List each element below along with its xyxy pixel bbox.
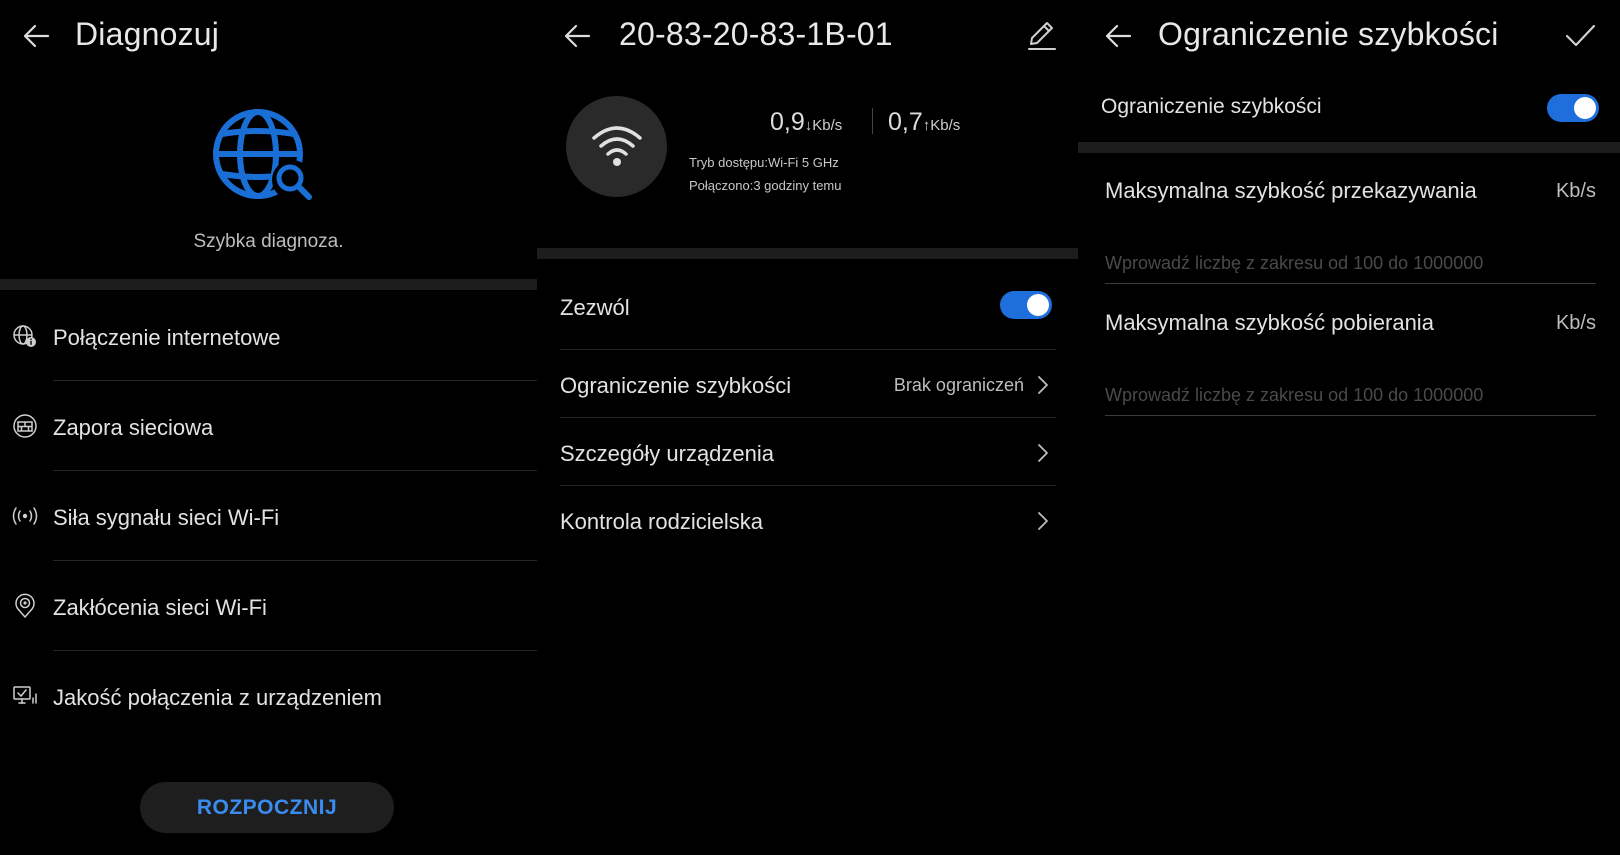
speed-limit-toggle-label: Ograniczenie szybkości bbox=[1101, 95, 1322, 118]
max-upload-input[interactable] bbox=[1105, 244, 1596, 284]
row-value: Brak ograniczeń bbox=[893, 375, 1024, 395]
edit-pencil-icon[interactable] bbox=[1023, 18, 1059, 54]
confirm-check-icon[interactable] bbox=[1562, 18, 1598, 54]
back-arrow-icon[interactable] bbox=[1102, 20, 1134, 52]
quick-diagnosis-text: Szybka diagnoza. bbox=[193, 231, 344, 252]
list-item-wifi-interference[interactable]: Zakłócenia sieci Wi-Fi bbox=[0, 561, 537, 651]
signal-strength-icon bbox=[12, 507, 38, 525]
upload-unit: Kb/s bbox=[930, 117, 961, 134]
header: Diagnozuj bbox=[0, 0, 537, 74]
globe-info-icon bbox=[13, 325, 36, 347]
row-label: Szczegóły urządzenia bbox=[560, 441, 775, 466]
speed-limit-panel: Ograniczenie szybkości Ograniczenie szyb… bbox=[1078, 0, 1620, 855]
divider bbox=[560, 485, 1056, 486]
upload-speed: 0,7↑Kb/s bbox=[888, 108, 960, 137]
speed-divider bbox=[872, 108, 873, 134]
chevron-right-icon bbox=[1038, 376, 1048, 394]
start-button[interactable]: ROZPOCZNIJ bbox=[140, 782, 394, 833]
section-separator bbox=[537, 248, 1078, 259]
device-panel: 20-83-20-83-1B-01 0,9↓Kb/s 0,7↑Kb/s Tryb… bbox=[537, 0, 1078, 855]
back-arrow-icon[interactable] bbox=[20, 20, 52, 52]
connected-time-text: Połączono:3 godziny temu bbox=[689, 178, 842, 193]
section-separator bbox=[1078, 142, 1620, 153]
section-separator bbox=[0, 279, 537, 290]
allow-label: Zezwól bbox=[560, 295, 630, 320]
firewall-icon bbox=[13, 414, 37, 438]
download-unit: Kb/s bbox=[812, 117, 843, 134]
upload-value: 0,7 bbox=[888, 108, 923, 136]
chevron-right-icon bbox=[1038, 512, 1048, 530]
row-label: Ograniczenie szybkości bbox=[560, 373, 792, 398]
list-item-device-connection-quality[interactable]: Jakość połączenia z urządzeniem bbox=[0, 651, 537, 741]
list-item-internet-connection[interactable]: Połączenie internetowe bbox=[0, 291, 537, 381]
list-item-label: Połączenie internetowe bbox=[53, 325, 281, 350]
list-item-firewall[interactable]: Zapora sieciowa bbox=[0, 381, 537, 471]
download-unit: Kb/s bbox=[1555, 312, 1596, 334]
wifi-icon bbox=[592, 126, 642, 166]
download-speed: 0,9↓Kb/s bbox=[770, 108, 842, 137]
list-item-label: Jakość połączenia z urządzeniem bbox=[53, 685, 382, 710]
allow-toggle[interactable] bbox=[1000, 291, 1052, 319]
header: Ograniczenie szybkości bbox=[1078, 0, 1620, 74]
page-title: Ograniczenie szybkości bbox=[1158, 16, 1499, 52]
max-download-input[interactable] bbox=[1105, 376, 1596, 416]
list-item-label: Zakłócenia sieci Wi-Fi bbox=[53, 595, 267, 620]
device-quality-icon bbox=[13, 686, 37, 704]
divider bbox=[560, 349, 1056, 350]
upload-unit: Kb/s bbox=[1555, 180, 1596, 202]
list-item-wifi-signal-strength[interactable]: Siła sygnału sieci Wi-Fi bbox=[0, 471, 537, 561]
max-upload-label: Maksymalna szybkość przekazywania bbox=[1105, 178, 1477, 203]
download-value: 0,9 bbox=[770, 108, 805, 136]
max-download-label: Maksymalna szybkość pobierania bbox=[1105, 310, 1434, 335]
device-avatar bbox=[566, 96, 667, 197]
list-item-label: Siła sygnału sieci Wi-Fi bbox=[53, 505, 280, 530]
access-mode-text: Tryb dostępu:Wi-Fi 5 GHz bbox=[689, 155, 839, 170]
list-item-label: Zapora sieciowa bbox=[53, 415, 214, 440]
device-mac-title: 20-83-20-83-1B-01 bbox=[619, 16, 893, 52]
globe-search-icon bbox=[213, 109, 312, 200]
divider bbox=[560, 417, 1056, 418]
back-arrow-icon[interactable] bbox=[561, 20, 593, 52]
chevron-right-icon bbox=[1038, 444, 1048, 462]
speed-limit-toggle[interactable] bbox=[1547, 94, 1599, 122]
header: 20-83-20-83-1B-01 bbox=[537, 0, 1078, 74]
row-label: Kontrola rodzicielska bbox=[560, 509, 763, 534]
diagnose-panel: Diagnozuj Szybka diagnoza. Połączenie in… bbox=[0, 0, 537, 855]
page-title: Diagnozuj bbox=[75, 16, 220, 52]
interference-icon bbox=[15, 593, 35, 619]
